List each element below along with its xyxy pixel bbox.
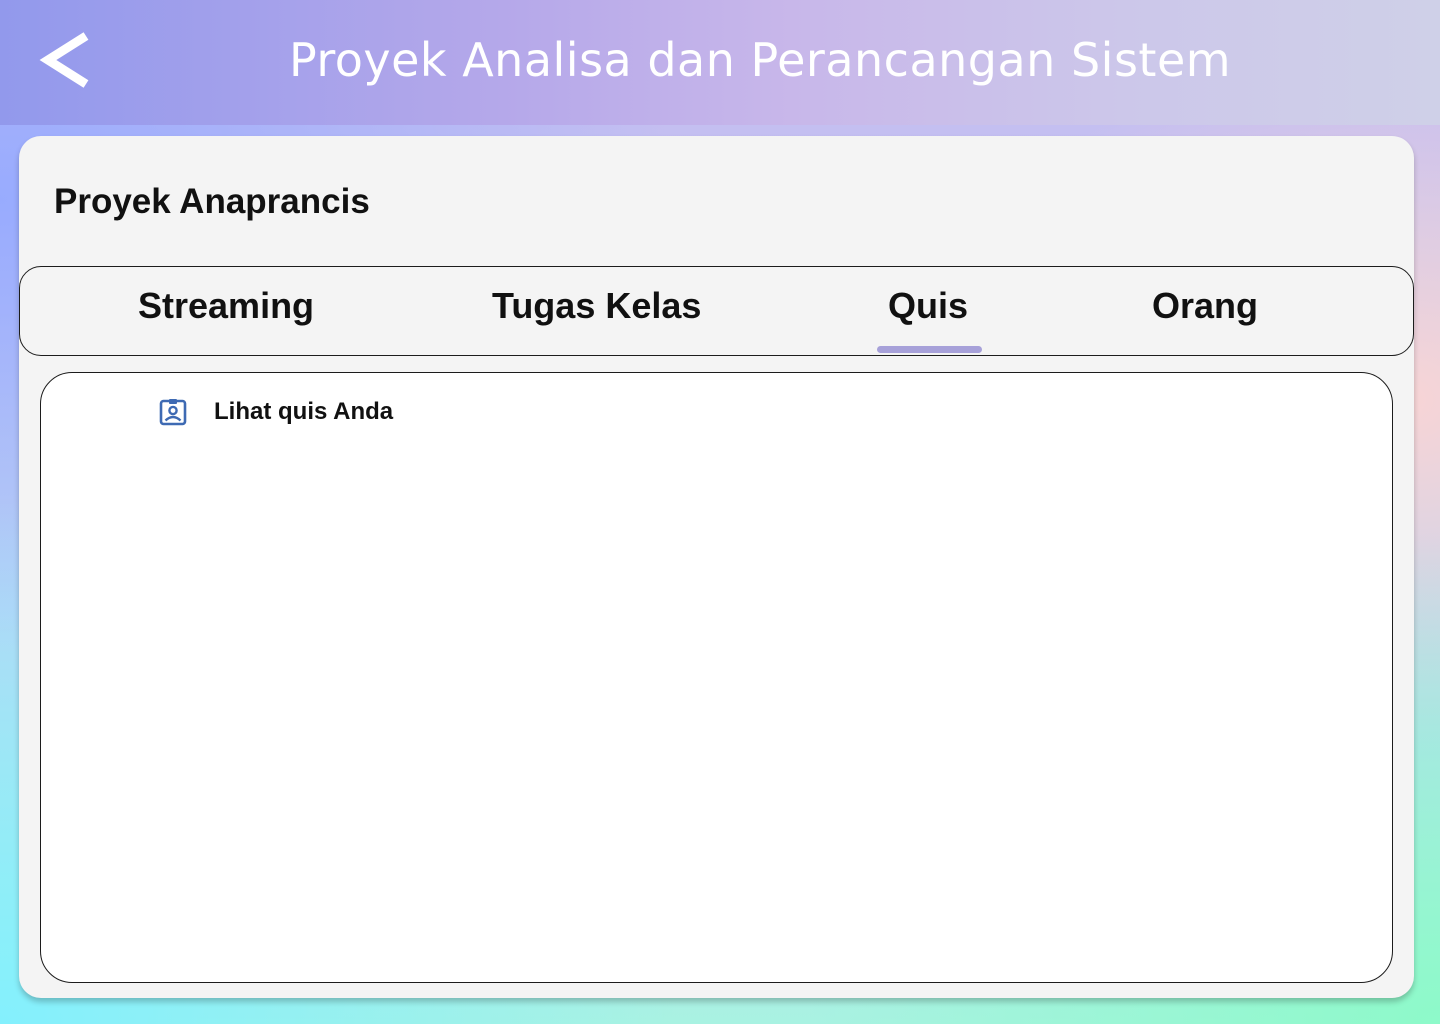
chevron-left-icon [39, 32, 89, 88]
view-quiz-link[interactable]: Lihat quis Anda [158, 392, 393, 432]
tab-streaming[interactable]: Streaming [138, 267, 314, 355]
tab-orang[interactable]: Orang [1152, 267, 1258, 355]
tab-bar: Streaming Tugas Kelas Quis Orang [19, 266, 1414, 356]
course-card: Proyek Anaprancis Streaming Tugas Kelas … [19, 136, 1414, 998]
page-title: Proyek Analisa dan Perancangan Sistem [288, 33, 1232, 87]
quiz-panel: Lihat quis Anda [40, 372, 1393, 983]
back-button[interactable] [36, 28, 102, 94]
active-tab-indicator [877, 346, 982, 353]
app-header: Proyek Analisa dan Perancangan Sistem [0, 0, 1440, 125]
tab-tugas-kelas[interactable]: Tugas Kelas [492, 267, 701, 355]
course-name: Proyek Anaprancis [54, 182, 370, 221]
quiz-badge-icon [159, 399, 187, 426]
view-quiz-label: Lihat quis Anda [214, 398, 394, 425]
tab-quis[interactable]: Quis [888, 267, 968, 355]
